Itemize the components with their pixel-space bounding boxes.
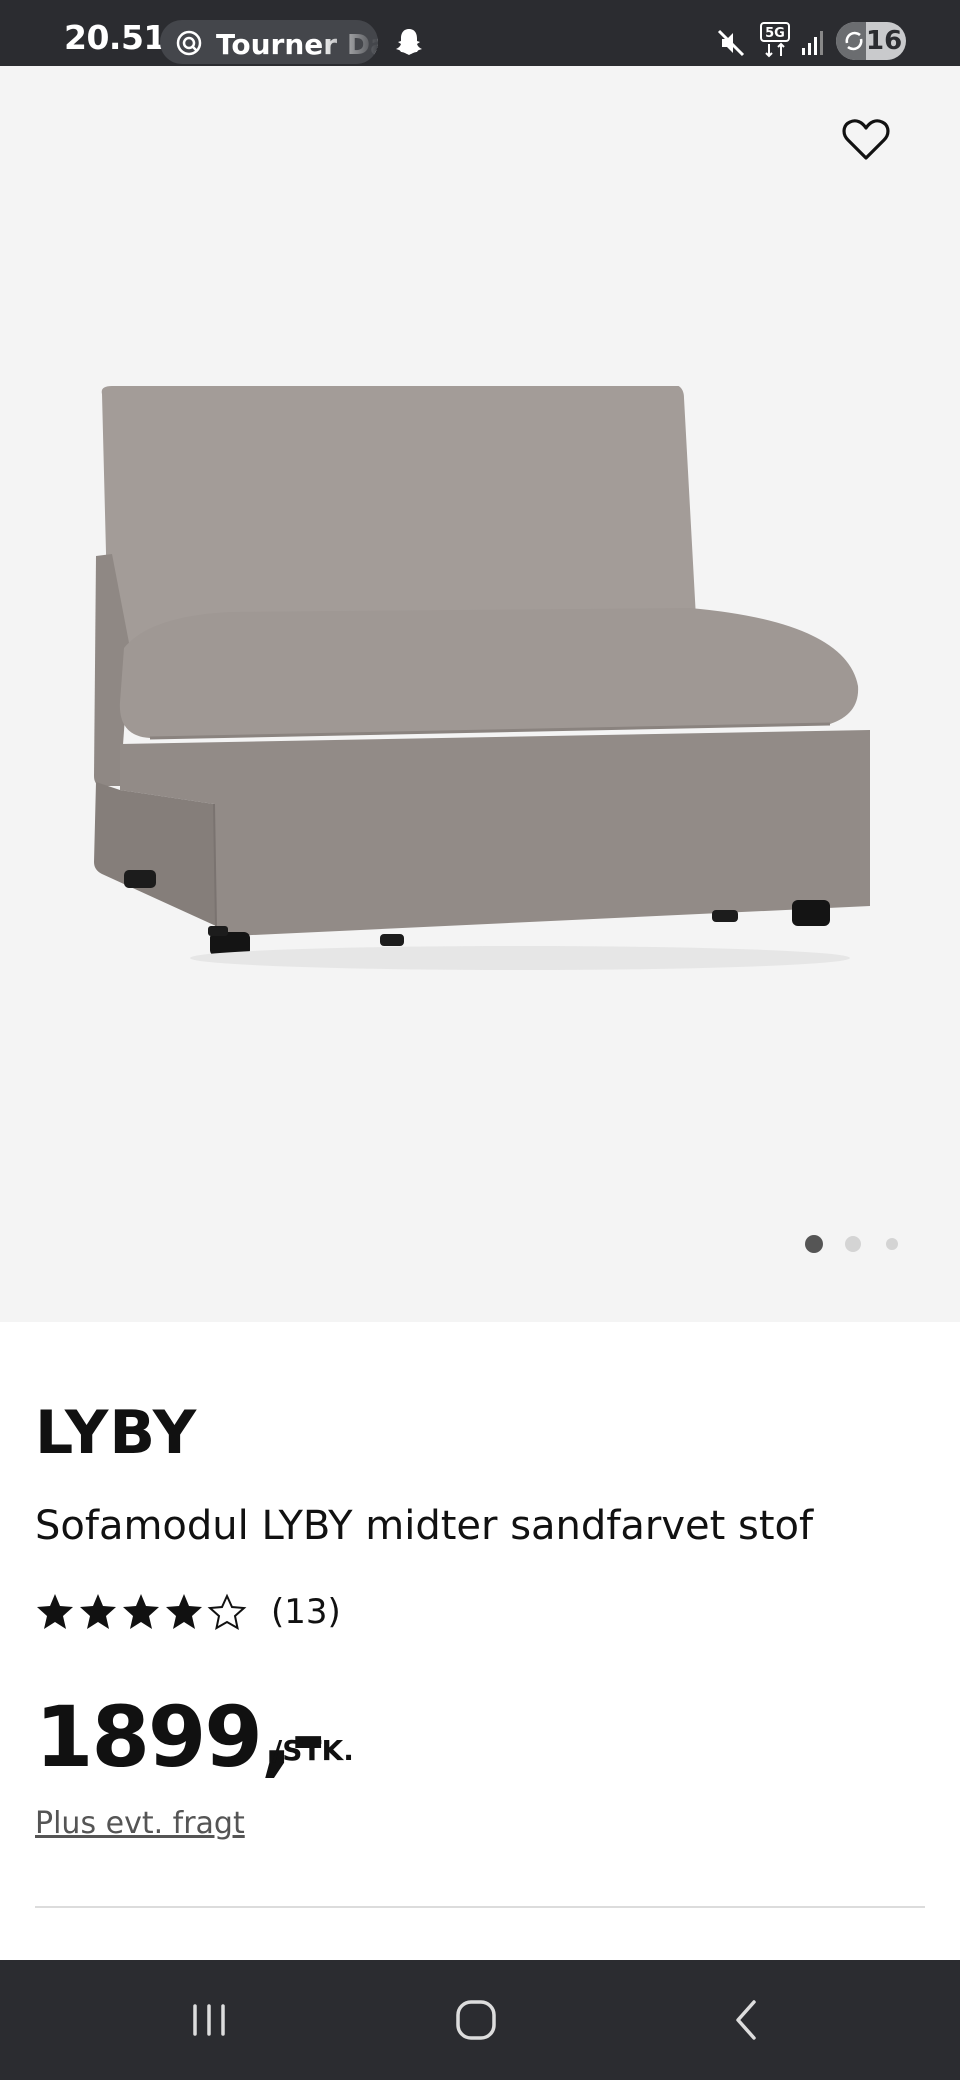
battery-level: 16 bbox=[866, 26, 903, 56]
product-image bbox=[94, 386, 870, 970]
gallery-pagination bbox=[800, 1234, 910, 1254]
pagination-dot-active[interactable] bbox=[805, 1235, 823, 1253]
product-rating[interactable]: (13) bbox=[35, 1592, 435, 1636]
price-unit: /STK. bbox=[272, 1734, 354, 1767]
star-filled-icon bbox=[37, 1594, 73, 1629]
star-filled-icon bbox=[123, 1594, 159, 1629]
status-time: 20.51 bbox=[64, 18, 166, 57]
star-filled-icon bbox=[80, 1594, 116, 1629]
product-brand: LYBY bbox=[35, 1398, 198, 1468]
system-navigation-bar bbox=[0, 1960, 960, 2080]
network-5g-icon: 5G bbox=[760, 22, 790, 58]
product-title: Sofamodul LYBY midter sandfarvet stof bbox=[35, 1503, 814, 1549]
product-image-gallery[interactable] bbox=[0, 66, 960, 1322]
divider bbox=[35, 1906, 925, 1908]
svg-text:5G: 5G bbox=[765, 26, 785, 41]
star-filled-icon bbox=[166, 1594, 202, 1629]
review-count[interactable]: (13) bbox=[271, 1592, 341, 1632]
freight-info-link[interactable]: Plus evt. fragt bbox=[35, 1806, 245, 1841]
snapchat-icon bbox=[396, 29, 422, 55]
status-bar: 20.51 Tourner Da 5G 16 bbox=[0, 0, 960, 66]
signal-icon bbox=[802, 31, 823, 55]
back-icon[interactable] bbox=[712, 1988, 782, 2052]
heart-icon[interactable] bbox=[842, 116, 890, 162]
recents-icon[interactable] bbox=[174, 1988, 244, 2052]
charging-icon bbox=[845, 31, 863, 51]
star-empty-icon bbox=[207, 1593, 247, 1630]
music-recognition-icon bbox=[176, 30, 202, 56]
pagination-dot[interactable] bbox=[845, 1236, 861, 1252]
pagination-dot[interactable] bbox=[886, 1238, 898, 1250]
mute-icon bbox=[717, 29, 745, 57]
notification-pill[interactable]: Tourner Da bbox=[160, 20, 378, 64]
home-icon[interactable] bbox=[441, 1988, 511, 2052]
battery-indicator: 16 bbox=[836, 22, 906, 60]
